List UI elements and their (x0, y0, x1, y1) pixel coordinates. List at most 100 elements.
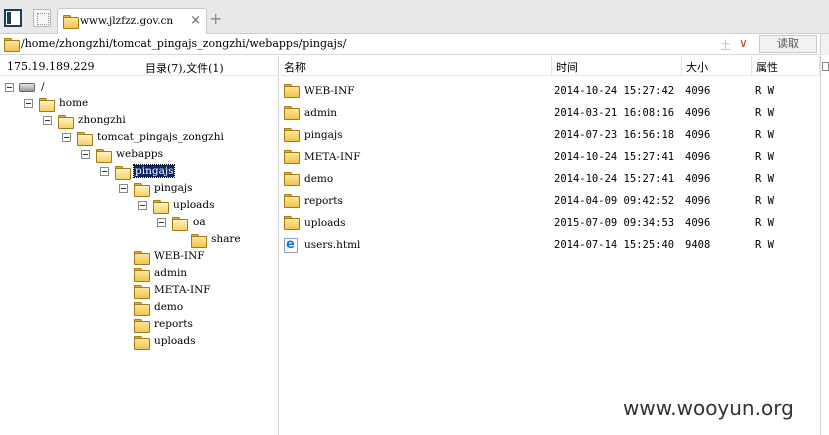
folder-icon (39, 98, 55, 112)
table-row[interactable]: pingajs 2014-07-23 16:56:18 4096 R W (280, 124, 820, 146)
tree-node-label: tomcat_pingajs_zongzhi (97, 131, 224, 143)
tree-node[interactable]: META-INF (134, 283, 234, 299)
collapse-icon[interactable] (62, 133, 71, 142)
file-name: demo (304, 173, 334, 185)
address-separator: 土 (720, 39, 731, 52)
grid-view-icon[interactable] (33, 9, 51, 27)
tree-node-label: uploads (154, 335, 196, 347)
tree-node-label: WEB-INF (154, 250, 205, 262)
folder-icon (134, 285, 150, 299)
file-size: 4096 (685, 129, 711, 141)
watermark: www.wooyun.org (623, 396, 794, 420)
folder-icon (134, 302, 150, 316)
file-size: 4096 (685, 151, 711, 163)
host-ip: 175.19.189.229 (7, 60, 95, 73)
tree-node[interactable]: uploads (134, 334, 234, 350)
folder-icon (77, 132, 93, 146)
table-row[interactable]: reports 2014-04-09 09:42:52 4096 R W (280, 190, 820, 212)
file-time: 2014-10-24 15:27:41 (554, 173, 675, 185)
file-attr: R W (755, 217, 774, 229)
folder-icon (134, 336, 150, 350)
tree-header: 175.19.189.229 目录(7),文件(1) (0, 56, 279, 76)
tree-node-selected[interactable]: pingajs (100, 164, 200, 180)
tree-node[interactable]: home (24, 96, 104, 112)
tree-node[interactable]: / (5, 80, 65, 96)
read-button[interactable]: 读取 (759, 35, 817, 53)
directory-tree-pane: 175.19.189.229 目录(7),文件(1) / home zhongz… (0, 56, 279, 435)
tree-node[interactable]: demo (134, 300, 234, 316)
folder-icon (284, 150, 300, 164)
folder-icon (4, 38, 20, 52)
tree-node[interactable]: uploads (138, 198, 238, 214)
tree-node-label: demo (154, 301, 184, 313)
file-list-pane: 名称 时间 大小 属性 WEB-INF 2014-10-24 15:27:42 … (280, 56, 820, 435)
tree-node[interactable]: zhongzhi (43, 113, 143, 129)
file-size: 4096 (685, 173, 711, 185)
tab-strip: www.jlzfzz.gov.cn × + (0, 0, 829, 34)
table-row[interactable]: demo 2014-10-24 15:27:41 4096 R W (280, 168, 820, 190)
tree-node-label: zhongzhi (78, 114, 126, 126)
table-row[interactable]: admin 2014-03-21 16:08:16 4096 R W (280, 102, 820, 124)
tree-node-label: reports (154, 318, 193, 330)
collapse-icon[interactable] (24, 99, 33, 108)
file-attr: R W (755, 129, 774, 141)
folder-icon (134, 183, 150, 197)
panel-toggle-icon[interactable] (4, 9, 22, 27)
column-header-name[interactable]: 名称 (280, 56, 552, 76)
file-attr: R W (755, 85, 774, 97)
file-size: 4096 (685, 195, 711, 207)
tree-node[interactable]: pingajs (119, 181, 219, 197)
collapse-icon[interactable] (81, 150, 90, 159)
file-name: META-INF (304, 151, 361, 163)
tree-node[interactable]: share (191, 232, 271, 248)
tree-node-label: home (59, 97, 89, 109)
tree-node-label: webapps (116, 148, 164, 160)
file-time: 2015-07-09 09:34:53 (554, 217, 675, 229)
right-panel-stub (820, 34, 829, 55)
file-time: 2014-07-14 15:25:40 (554, 239, 675, 251)
drive-icon (19, 83, 35, 92)
panel-collapse-icon[interactable] (822, 62, 829, 71)
file-name: WEB-INF (304, 85, 355, 97)
folder-icon (96, 149, 112, 163)
new-tab-button[interactable]: + (209, 9, 222, 28)
file-time: 2014-04-09 09:42:52 (554, 195, 675, 207)
tree-node[interactable]: oa (157, 215, 237, 231)
tree-node[interactable]: webapps (81, 147, 181, 163)
folder-icon (134, 268, 150, 282)
column-header-size[interactable]: 大小 (682, 56, 752, 76)
column-header-time[interactable]: 时间 (552, 56, 682, 76)
folder-icon (134, 319, 150, 333)
table-row[interactable]: META-INF 2014-10-24 15:27:41 4096 R W (280, 146, 820, 168)
chevron-down-icon[interactable]: ∨ (739, 36, 748, 50)
collapse-icon[interactable] (5, 83, 14, 92)
tab-site[interactable]: www.jlzfzz.gov.cn × (57, 8, 207, 34)
tree-node-label: / (41, 81, 45, 93)
collapse-icon[interactable] (157, 218, 166, 227)
collapse-icon[interactable] (119, 184, 128, 193)
tree-node[interactable]: admin (134, 266, 234, 282)
collapse-icon[interactable] (138, 201, 147, 210)
file-name: users.html (304, 239, 361, 251)
folder-icon (134, 251, 150, 265)
table-row[interactable]: WEB-INF 2014-10-24 15:27:42 4096 R W (280, 80, 820, 102)
path-input[interactable]: /home/zhongzhi/tomcat_pingajs_zongzhi/we… (21, 37, 346, 50)
table-row[interactable]: users.html 2014-07-14 15:25:40 9408 R W (280, 234, 820, 256)
file-name: admin (304, 107, 338, 119)
table-row[interactable]: uploads 2015-07-09 09:34:53 4096 R W (280, 212, 820, 234)
file-size: 4096 (685, 107, 711, 119)
collapse-icon[interactable] (100, 167, 109, 176)
file-name: uploads (304, 217, 346, 229)
tree-node[interactable]: reports (134, 317, 234, 333)
folder-icon (172, 217, 188, 231)
file-size: 9408 (685, 239, 711, 251)
tree-node[interactable]: WEB-INF (134, 249, 234, 265)
file-attr: R W (755, 173, 774, 185)
collapse-icon[interactable] (43, 116, 52, 125)
file-attr: R W (755, 195, 774, 207)
column-header-attr[interactable]: 属性 (752, 56, 820, 76)
address-bar: /home/zhongzhi/tomcat_pingajs_zongzhi/we… (0, 34, 829, 55)
tree-node-label: admin (154, 267, 188, 279)
tree-node[interactable]: tomcat_pingajs_zongzhi (62, 130, 262, 146)
close-tab-icon[interactable]: × (190, 13, 201, 28)
